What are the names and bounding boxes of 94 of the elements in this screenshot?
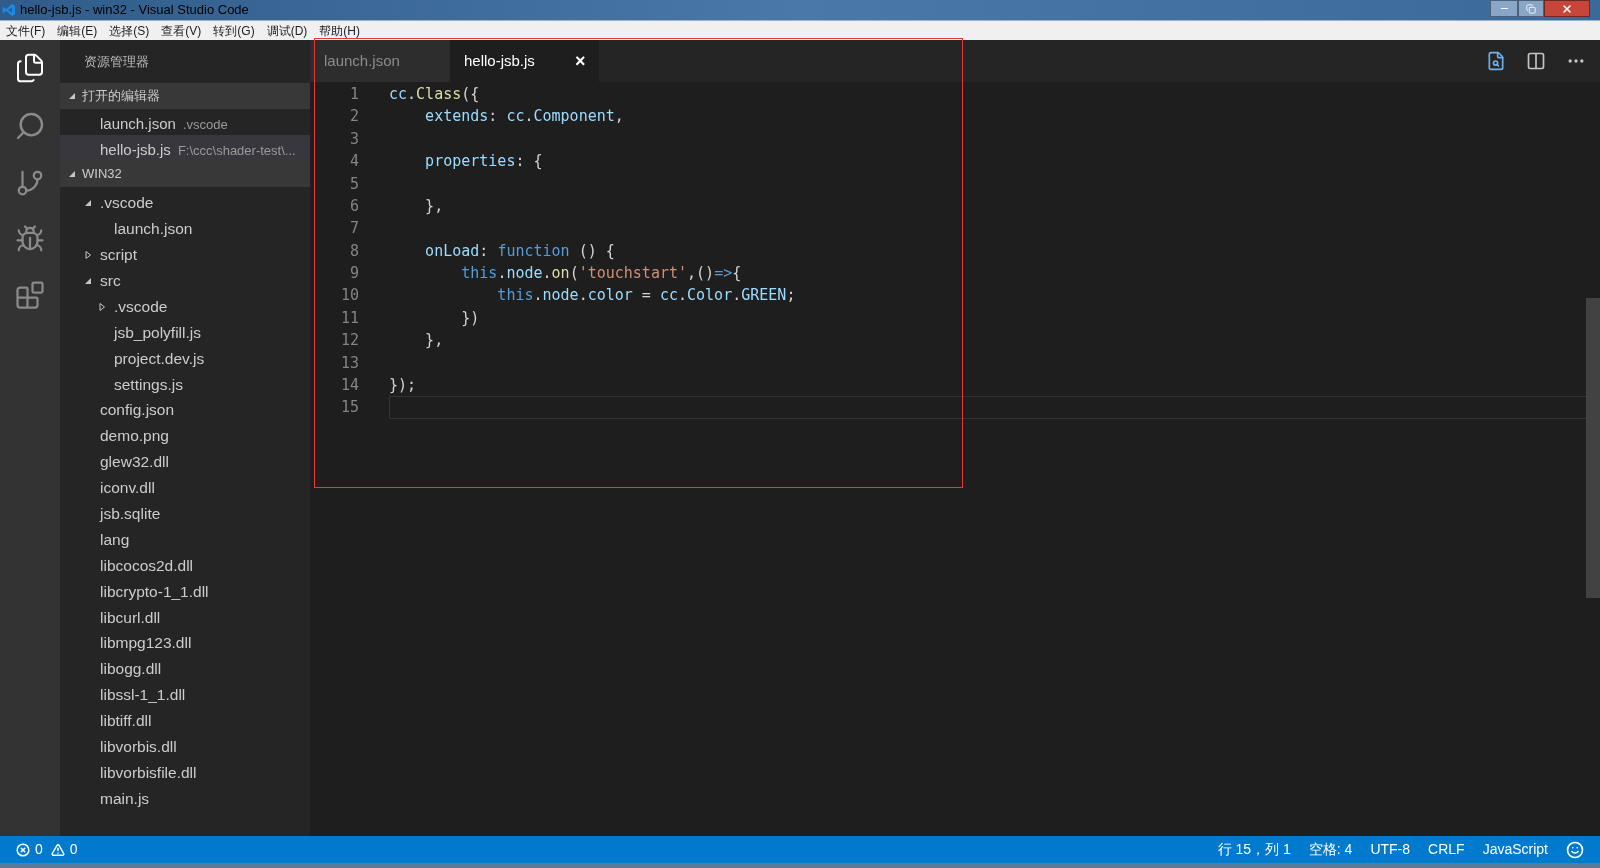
caret-icon[interactable]: [84, 276, 92, 285]
line-number: 7: [348, 218, 359, 240]
tree-item[interactable]: src: [60, 267, 310, 294]
tree-item[interactable]: config.json: [60, 397, 310, 423]
explorer-icon[interactable]: [14, 52, 46, 84]
close-button[interactable]: [1544, 0, 1590, 17]
tree-item[interactable]: settings.js: [60, 371, 310, 398]
warning-icon[interactable]: [50, 842, 65, 857]
menu-item[interactable]: 文件(F): [0, 21, 52, 40]
caret-icon[interactable]: [98, 302, 106, 311]
tree-item[interactable]: libtiff.dll: [60, 707, 310, 734]
open-editor-item[interactable]: hello-jsb.js F:\ccc\shader-test\...: [60, 135, 310, 161]
tree-item[interactable]: libssl-1_1.dll: [60, 681, 310, 708]
restore-icon: [1526, 3, 1536, 14]
extensions-icon[interactable]: [15, 280, 45, 310]
line-ending[interactable]: CRLF: [1428, 839, 1465, 860]
menu-item[interactable]: 调试(D): [260, 21, 314, 40]
window-title: hello-jsb.js - win32 - Visual Studio Code: [20, 1, 249, 20]
tree-item[interactable]: script: [60, 241, 310, 268]
caret-icon[interactable]: [68, 170, 76, 178]
code-line: },: [424, 195, 444, 217]
menu-item[interactable]: 编辑(E): [51, 21, 104, 40]
section-header[interactable]: WIN32: [60, 161, 310, 187]
line-number: 9: [348, 263, 359, 285]
editor-tab[interactable]: hello-jsb.js ×: [450, 40, 600, 82]
code-line: }): [460, 307, 480, 329]
caret-icon[interactable]: [84, 198, 92, 207]
error-count[interactable]: 0: [35, 839, 43, 860]
indentation[interactable]: 空格: 4: [1308, 839, 1353, 860]
code-line: onLoad: function () {: [424, 240, 615, 262]
line-number: 10: [339, 285, 359, 307]
code-line: this.node.color = cc.Color.GREEN;: [496, 285, 796, 307]
tree-item[interactable]: iconv.dll: [60, 474, 310, 501]
tree-item[interactable]: main.js: [60, 785, 310, 812]
sidebar-title: 资源管理器: [84, 52, 149, 71]
tree-item[interactable]: demo.png: [60, 423, 310, 449]
cursor-position[interactable]: 行 15，列 1: [1217, 839, 1291, 860]
line-number: 14: [339, 375, 359, 397]
tree-item[interactable]: glew32.dll: [60, 448, 310, 475]
open-editor-item[interactable]: launch.json .vscode: [60, 109, 310, 135]
line-number: 11: [339, 307, 359, 329]
feedback-icon[interactable]: [1566, 840, 1584, 859]
code-line: this.node.on('touchstart',()=>{: [460, 263, 742, 285]
code-line: },: [424, 330, 444, 352]
code-line: extends: cc.Component,: [424, 106, 624, 128]
code-line: properties: {: [424, 151, 543, 173]
line-number: 13: [339, 352, 359, 374]
language-mode[interactable]: JavaScript: [1482, 839, 1548, 860]
line-number: 12: [339, 330, 359, 352]
tree-item[interactable]: jsb_polyfill.js: [60, 319, 310, 346]
tree-item[interactable]: libmpg123.dll: [60, 630, 310, 657]
bug-icon[interactable]: [15, 224, 45, 254]
line-number: 5: [348, 173, 359, 195]
tree-item[interactable]: libcrypto-1_1.dll: [60, 578, 310, 605]
line-number: 4: [348, 151, 359, 173]
close-icon: [1561, 2, 1573, 15]
restore-button[interactable]: [1518, 0, 1544, 17]
tree-item[interactable]: .vscode: [60, 190, 310, 216]
menu-item[interactable]: 帮助(H): [313, 21, 366, 40]
minimize-button[interactable]: [1490, 0, 1518, 17]
tree-item[interactable]: libcurl.dll: [60, 604, 310, 631]
tree-item[interactable]: libvorbisfile.dll: [60, 759, 310, 786]
tree-item[interactable]: libcocos2d.dll: [60, 552, 310, 579]
code-line: cc.Class({: [389, 83, 480, 105]
code-line: });: [389, 375, 417, 397]
tree-item[interactable]: libogg.dll: [60, 656, 310, 682]
line-number: 6: [348, 195, 359, 217]
line-number: 3: [348, 128, 359, 150]
encoding[interactable]: UTF-8: [1370, 839, 1411, 860]
menu-item[interactable]: 选择(S): [103, 21, 156, 40]
warning-count[interactable]: 0: [69, 839, 78, 860]
caret-icon[interactable]: [84, 250, 92, 259]
tree-item[interactable]: launch.json: [60, 215, 310, 242]
app-logo-icon: [2, 3, 16, 17]
line-number: 2: [348, 106, 359, 128]
section-header[interactable]: 打开的编辑器: [60, 83, 310, 109]
error-icon[interactable]: [16, 842, 30, 857]
menu-item[interactable]: 查看(V): [155, 21, 208, 40]
editor-tab[interactable]: launch.json: [310, 40, 450, 82]
search-icon[interactable]: [14, 110, 46, 142]
tree-item[interactable]: project.dev.js: [60, 345, 310, 372]
line-number: 15: [339, 397, 359, 419]
tree-item[interactable]: lang: [60, 526, 310, 553]
close-icon[interactable]: ×: [574, 47, 586, 75]
line-number: 1: [348, 83, 359, 105]
tree-item[interactable]: libvorbis.dll: [60, 733, 310, 760]
preview-search-icon[interactable]: [1486, 51, 1506, 71]
menu-item[interactable]: 转到(G): [207, 21, 261, 40]
caret-icon[interactable]: [68, 92, 76, 100]
line-number: 8: [348, 240, 359, 262]
branch-icon[interactable]: [15, 168, 45, 198]
split-editor-icon[interactable]: [1526, 51, 1546, 71]
tree-item[interactable]: jsb.sqlite: [60, 500, 310, 527]
tree-item[interactable]: .vscode: [60, 293, 310, 320]
